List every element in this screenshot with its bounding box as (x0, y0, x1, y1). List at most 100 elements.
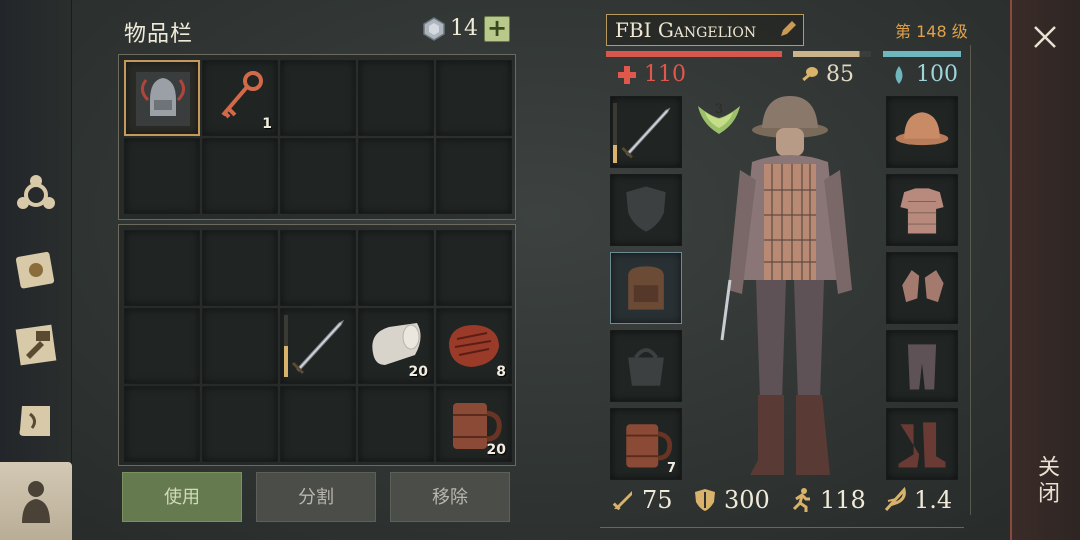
edit-name-icon[interactable] (778, 19, 798, 39)
equip-slot-hands[interactable] (886, 252, 958, 324)
food-value: 85 (826, 62, 854, 87)
item-count: 20 (408, 364, 428, 380)
inventory-slot[interactable]: 20 (358, 308, 434, 384)
durability-bar (284, 315, 288, 377)
scroll-icon (19, 406, 50, 436)
equipment-storage-slot[interactable] (202, 138, 278, 214)
bag-placeholder-icon (628, 348, 664, 386)
equipment-storage-slot[interactable] (280, 138, 356, 214)
boots-icon (898, 422, 946, 468)
item-count: 8 (496, 364, 506, 380)
chainmail-icon (900, 188, 944, 234)
equipment-storage-slot[interactable] (358, 138, 434, 214)
health-cross-icon (618, 65, 636, 84)
left-nav-rail (0, 0, 72, 540)
inventory-slot[interactable] (280, 386, 356, 462)
equipment-storage-slot[interactable] (124, 60, 200, 136)
equipment-storage-slot[interactable] (124, 138, 200, 214)
shield-placeholder-icon (626, 186, 666, 232)
kettle-hat-icon (895, 112, 949, 146)
inventory-slot[interactable] (202, 386, 278, 462)
running-man-icon (792, 488, 810, 512)
inventory-slot[interactable] (436, 230, 512, 306)
equip-slot-chest[interactable] (886, 174, 958, 246)
weight-feather-icon (884, 487, 906, 512)
crafting-nav-button[interactable] (6, 165, 66, 225)
helmet-icon (136, 72, 190, 126)
backpack-icon (628, 266, 664, 310)
game-screen: 物品栏 14 + 1 20 8 20 使用 分割 移除 FBI Gangelion … (0, 0, 1080, 540)
inventory-title: 物品栏 (124, 22, 194, 47)
sword-icon (621, 107, 671, 159)
inventory-slot[interactable] (124, 308, 200, 384)
pants-icon (907, 344, 937, 390)
use-button[interactable]: 使用 (122, 472, 242, 522)
weight-value: 1.4 (914, 486, 953, 514)
equip-slot-head[interactable] (886, 96, 958, 168)
quests-nav-button[interactable] (6, 392, 66, 452)
equip-slot-legs[interactable] (886, 330, 958, 402)
equip-slot-quick[interactable]: 7 (610, 408, 682, 480)
inventory-slot[interactable] (124, 386, 200, 462)
attack-value: 75 (642, 486, 673, 514)
water-drop-icon (895, 65, 903, 84)
item-count: 1 (262, 116, 272, 132)
build-nav-button[interactable] (6, 315, 66, 375)
character-panel-edge (970, 45, 971, 515)
durability-fill (284, 346, 288, 377)
equipment-storage-slot[interactable] (358, 60, 434, 136)
sword-icon (291, 319, 345, 375)
character-name-text: FBI Gangelion (615, 18, 757, 42)
drumstick-icon (802, 66, 818, 81)
water-bar (883, 51, 961, 57)
equip-slot-weapon[interactable] (610, 96, 682, 168)
close-icon[interactable] (1030, 22, 1060, 52)
character-silhouette-icon (22, 481, 50, 523)
armor-shield-icon (695, 489, 715, 511)
durability-fill (613, 145, 617, 163)
inventory-slot[interactable] (280, 308, 356, 384)
item-count: 20 (486, 442, 506, 458)
inventory-slot[interactable]: 8 (436, 308, 512, 384)
character-level: 第 148 级 (895, 22, 968, 41)
add-currency-button[interactable]: + (484, 16, 510, 42)
equip-slot-shield[interactable] (610, 174, 682, 246)
close-label[interactable]: 关闭 (1028, 455, 1062, 507)
inventory-slot[interactable] (358, 230, 434, 306)
gem-currency-icon (423, 17, 445, 41)
speed-stat: 118 (788, 486, 866, 514)
equip-slot-feet[interactable] (886, 408, 958, 480)
inventory-slot[interactable]: 20 (436, 386, 512, 462)
equipment-storage-slot[interactable]: 1 (202, 60, 278, 136)
attack-stat: 75 (610, 486, 673, 514)
equipment-storage-slot[interactable] (280, 60, 356, 136)
equipment-storage-slot[interactable] (436, 138, 512, 214)
inventory-slot[interactable] (202, 230, 278, 306)
hammer-icon (15, 324, 57, 366)
inventory-nav-button[interactable] (0, 462, 72, 540)
health-bar (606, 51, 782, 57)
split-button[interactable]: 分割 (256, 472, 376, 522)
water-stat: 100 (888, 62, 958, 87)
inventory-slot[interactable] (358, 386, 434, 462)
attack-sword-icon (612, 491, 632, 511)
remove-button[interactable]: 移除 (390, 472, 510, 522)
currency-count: 14 (450, 16, 478, 41)
skills-nav-button[interactable] (6, 240, 66, 300)
armor-stat: 300 (692, 486, 770, 514)
food-bar (793, 51, 871, 57)
character-name[interactable]: FBI Gangelion (606, 14, 804, 46)
gloves-icon (902, 270, 944, 303)
weight-stat: 1.4 (882, 486, 952, 514)
equip-slot-backpack[interactable] (610, 252, 682, 324)
item-count: 7 (666, 461, 676, 476)
craft-icon (17, 175, 55, 209)
equipment-storage-slot[interactable] (436, 60, 512, 136)
equip-slot-bag[interactable] (610, 330, 682, 402)
health-stat: 110 (616, 62, 686, 87)
food-stat: 85 (798, 62, 854, 87)
durability-bar (613, 103, 617, 163)
inventory-slot[interactable] (280, 230, 356, 306)
inventory-slot[interactable] (202, 308, 278, 384)
inventory-slot[interactable] (124, 230, 200, 306)
